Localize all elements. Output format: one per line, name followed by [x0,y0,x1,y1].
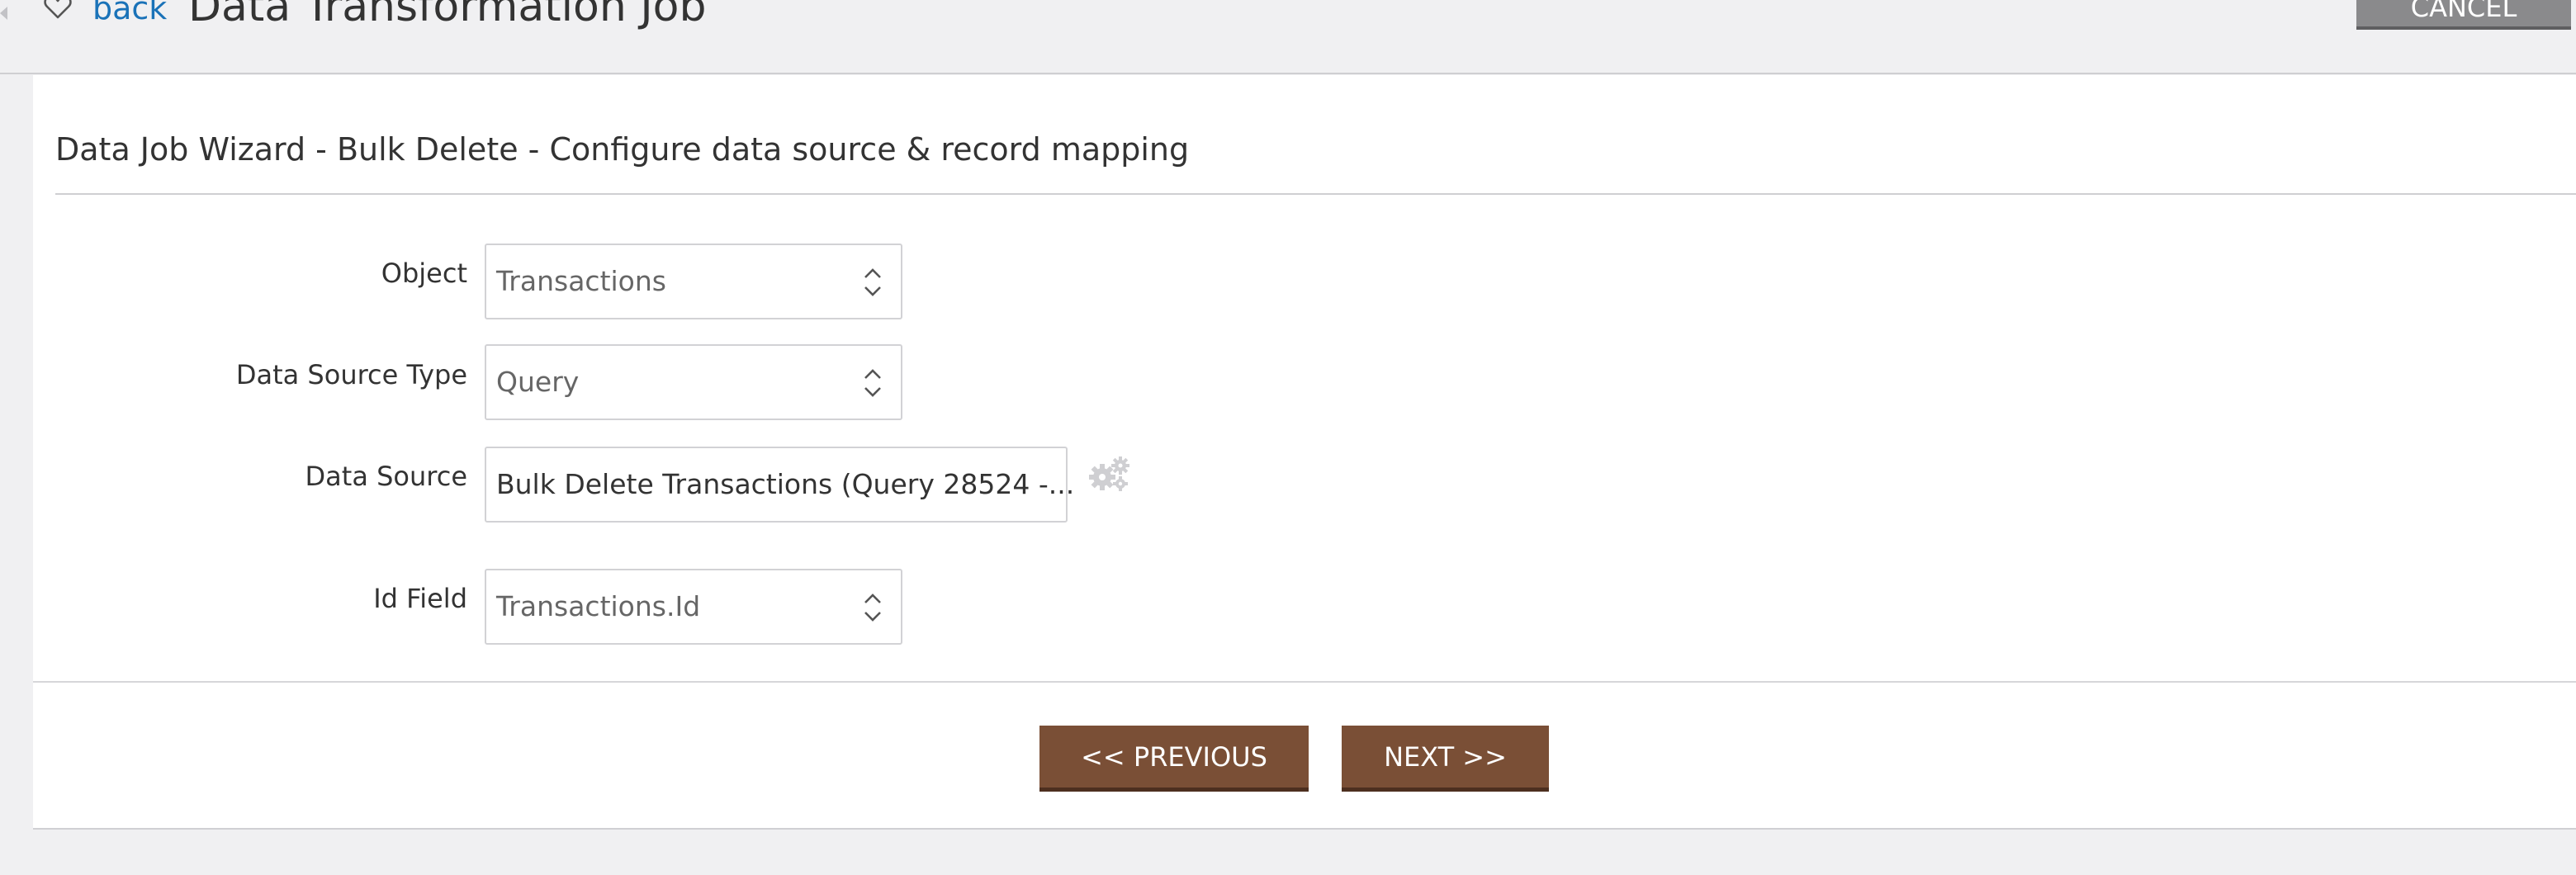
chevron-up-down-icon [864,369,881,397]
data-source-value: Bulk Delete Transactions (Query 28524 -.… [496,468,1075,500]
chevron-up-down-icon [864,268,881,296]
top-bar: back Data Transformation Job CANCEL [0,0,2576,74]
footer-divider [33,681,2576,683]
id-field-label: Id Field [373,583,467,614]
chevron-up-down-icon [864,594,881,622]
next-button[interactable]: NEXT >> [1342,726,1549,792]
object-label: Object [381,258,467,289]
collapse-arrow-icon[interactable] [0,7,7,20]
object-select[interactable]: Transactions [485,244,902,319]
previous-button[interactable]: << PREVIOUS [1039,726,1309,792]
data-source-field[interactable]: Bulk Delete Transactions (Query 28524 -.… [485,447,1074,523]
id-field-select[interactable]: Transactions.Id [485,569,902,645]
data-source-type-label: Data Source Type [235,359,467,390]
data-source-label: Data Source [305,461,467,492]
id-field-select-value: Transactions.Id [496,590,701,622]
gears-icon[interactable] [1086,454,1130,495]
heart-icon[interactable] [41,0,74,23]
divider [55,193,2576,195]
wizard-heading: Data Job Wizard - Bulk Delete - Configur… [55,131,1190,168]
back-link[interactable]: back [92,0,167,26]
wizard-panel: Data Job Wizard - Bulk Delete - Configur… [33,75,2576,830]
data-source-type-select[interactable]: Query [485,344,902,420]
cancel-button[interactable]: CANCEL [2356,0,2571,30]
page-title: Data Transformation Job [188,0,707,31]
object-select-value: Transactions [496,265,666,297]
data-source-type-select-value: Query [496,366,580,398]
